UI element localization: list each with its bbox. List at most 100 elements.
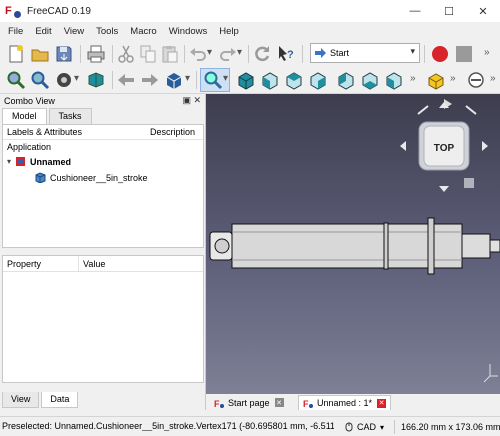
stop-macro-icon[interactable] — [454, 44, 474, 64]
doc-tab-label: Start page — [228, 397, 270, 408]
view-rear-icon[interactable] — [336, 70, 356, 90]
measure-overflow-icon[interactable]: » — [490, 73, 496, 84]
view-left-icon[interactable] — [384, 70, 404, 90]
forward-arrow-icon[interactable] — [140, 70, 160, 90]
menu-edit[interactable]: Edit — [29, 26, 57, 37]
view-top-icon[interactable] — [284, 70, 304, 90]
status-message: Preselected: Unnamed.Cushioneer__5in_str… — [2, 421, 334, 431]
redo-dropdown-icon[interactable]: ▾ — [237, 47, 242, 58]
menu-help[interactable]: Help — [213, 26, 245, 37]
tree-root-application: Application — [7, 142, 51, 152]
tab-model[interactable]: Model — [2, 108, 47, 124]
doc-tab-start-page[interactable]: F Start page ✕ — [210, 395, 288, 410]
document-tab-icon: F — [303, 399, 313, 408]
menu-windows[interactable]: Windows — [163, 26, 214, 37]
window-title: FreeCAD 0.19 — [27, 5, 91, 17]
doc-tab-label: Unnamed : 1* — [317, 398, 373, 408]
tab-view[interactable]: View — [2, 392, 40, 408]
undo-dropdown-icon[interactable]: ▾ — [207, 47, 212, 58]
dock-float-close-icons[interactable]: ▣ ✕ — [182, 95, 201, 106]
nav-arrow-left-icon[interactable] — [400, 141, 406, 151]
tab-tasks[interactable]: Tasks — [48, 108, 92, 124]
part-feature-icon — [35, 172, 46, 183]
mouse-icon — [345, 422, 353, 432]
document-label: Unnamed — [30, 156, 72, 167]
redo-icon[interactable] — [218, 44, 238, 64]
nav-arrow-right-icon[interactable] — [482, 141, 488, 151]
menu-file[interactable]: File — [2, 26, 29, 37]
zoom-dropdown-icon[interactable]: ▾ — [223, 73, 228, 84]
combo-view-title: Combo View — [4, 96, 55, 106]
tree-document-row[interactable]: ▾ Unnamed — [7, 156, 71, 167]
cut-icon[interactable] — [116, 44, 136, 64]
part-toolbar-overflow-icon[interactable]: » — [450, 73, 456, 84]
3d-viewport[interactable]: TOP — [206, 94, 500, 394]
save-icon[interactable] — [54, 44, 74, 64]
view-bottom-icon[interactable] — [360, 70, 380, 90]
tree-header: Labels & Attributes Description — [3, 125, 203, 140]
value-column-header[interactable]: Value — [79, 259, 105, 269]
close-tab-icon[interactable]: ✕ — [274, 398, 284, 407]
labels-attributes-header[interactable]: Labels & Attributes — [7, 127, 82, 137]
navcube-face-label: TOP — [434, 143, 455, 154]
draw-style-dropdown-icon[interactable]: ▾ — [74, 73, 79, 84]
close-tab-icon[interactable]: ✕ — [377, 398, 387, 408]
new-document-icon[interactable] — [6, 44, 26, 64]
description-header[interactable]: Description — [150, 127, 195, 137]
chevron-down-icon: ▾ — [380, 422, 385, 432]
undo-icon[interactable] — [188, 44, 208, 64]
paste-icon[interactable] — [160, 44, 180, 64]
measure-icon[interactable] — [466, 70, 486, 90]
open-folder-icon[interactable] — [30, 44, 50, 64]
view-iso-icon[interactable] — [236, 70, 256, 90]
menu-view[interactable]: View — [58, 26, 90, 37]
draw-style-icon[interactable] — [54, 70, 74, 90]
fit-selection-icon[interactable] — [30, 70, 50, 90]
menu-bar: File Edit View Tools Macro Windows Help — [0, 22, 500, 40]
object-label: Cushioneer__5in_stroke — [50, 172, 148, 183]
fit-all-icon[interactable] — [6, 70, 26, 90]
menu-macro[interactable]: Macro — [124, 26, 162, 37]
view-right-icon[interactable] — [308, 70, 328, 90]
view-box-icon[interactable] — [164, 70, 184, 90]
tab-data[interactable]: Data — [41, 392, 79, 408]
record-macro-icon[interactable] — [430, 44, 450, 64]
main-toolbar: ▾ ▾ ? Start ▾ » — [0, 40, 500, 68]
axis-cross — [483, 364, 498, 383]
start-page-icon: F — [214, 399, 224, 408]
menu-tools[interactable]: Tools — [90, 26, 124, 37]
expand-arrow-icon[interactable]: ▾ — [7, 157, 11, 166]
navigation-style-label: CAD — [357, 422, 377, 432]
navcube-menu-icon[interactable] — [464, 178, 474, 188]
combo-view-panel: Combo View ▣ ✕ Model Tasks Labels & Attr… — [0, 94, 206, 410]
minimize-button[interactable]: — — [398, 0, 432, 22]
whats-this-icon[interactable]: ? — [276, 44, 296, 64]
start-workbench-icon — [315, 48, 326, 58]
svg-text:?: ? — [287, 49, 294, 61]
print-icon[interactable] — [86, 44, 106, 64]
maximize-button[interactable]: ☐ — [432, 0, 466, 22]
property-editor: Property Value — [2, 255, 204, 383]
zoom-icon[interactable] — [203, 70, 223, 90]
part-box-icon[interactable] — [426, 70, 446, 90]
nav-arrow-down-icon[interactable] — [439, 186, 449, 192]
property-column-header[interactable]: Property — [3, 256, 79, 271]
back-arrow-icon[interactable] — [116, 70, 136, 90]
view-front-icon[interactable] — [260, 70, 280, 90]
stereo-icon[interactable] — [86, 70, 106, 90]
refresh-icon[interactable] — [252, 44, 272, 64]
navigation-style-selector[interactable]: CAD ▾ — [344, 420, 384, 434]
doc-tab-unnamed[interactable]: F Unnamed : 1* ✕ — [298, 395, 392, 410]
close-button[interactable]: ✕ — [466, 0, 500, 22]
view-toolbar-overflow-icon[interactable]: » — [410, 73, 416, 84]
svg-text:F: F — [214, 399, 220, 408]
title-bar: F FreeCAD 0.19 — ☐ ✕ — [0, 0, 500, 22]
toolbar-overflow-icon[interactable]: » — [484, 47, 490, 58]
view-box-dropdown-icon[interactable]: ▾ — [185, 73, 190, 84]
navigation-cube[interactable]: TOP — [400, 99, 488, 192]
tree-object-row[interactable]: Cushioneer__5in_stroke — [35, 172, 148, 183]
application-label: Application — [7, 142, 52, 152]
copy-icon[interactable] — [138, 44, 158, 64]
cylinder-model[interactable] — [209, 217, 500, 275]
workbench-selector[interactable]: Start ▾ — [310, 43, 420, 63]
